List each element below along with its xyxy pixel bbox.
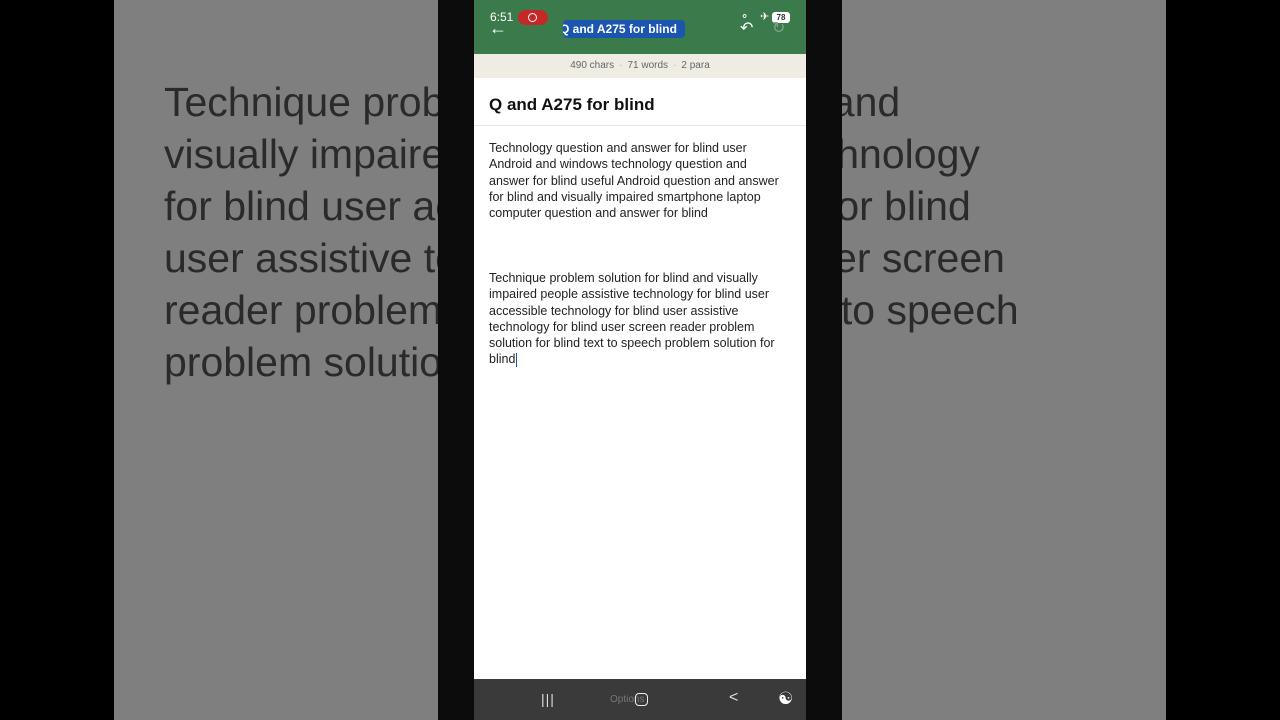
paragraph-2-text: Technique problem solution for blind and… xyxy=(489,271,775,367)
accessibility-icon[interactable]: ☯ xyxy=(778,689,793,709)
paragraph-1[interactable]: Technology question and answer for blind… xyxy=(489,140,789,221)
phone-screen: 6:51 ← Q and A275 for blind ⚬ ✈ 78 ↶ ↻ 4… xyxy=(474,0,806,720)
home-button[interactable] xyxy=(635,693,648,706)
arrow-left-icon[interactable]: ← xyxy=(489,18,507,38)
back-button[interactable]: < xyxy=(729,689,738,707)
separator-dot: · xyxy=(673,60,677,71)
word-count: 71 words xyxy=(627,60,669,71)
document-heading[interactable]: Q and A275 for blind xyxy=(489,95,655,115)
para-count: 2 para xyxy=(681,60,710,71)
paragraph-2[interactable]: Technique problem solution for blind and… xyxy=(489,270,789,368)
undo-icon[interactable]: ↶ xyxy=(740,18,753,38)
text-cursor xyxy=(516,353,518,368)
divider xyxy=(474,125,806,126)
recents-button[interactable]: ||| xyxy=(541,691,555,707)
redo-icon[interactable]: ↻ xyxy=(772,18,785,38)
char-count: 490 chars xyxy=(570,60,615,71)
screen-record-icon[interactable] xyxy=(518,10,548,25)
document-title-field[interactable]: Q and A275 for blind xyxy=(563,20,685,38)
airplane-icon: ✈ xyxy=(760,11,770,23)
system-navbar: ||| Options < ☯ xyxy=(474,679,806,720)
separator-dot: · xyxy=(619,60,623,71)
app-toolbar: 6:51 ← Q and A275 for blind ⚬ ✈ 78 ↶ ↻ xyxy=(474,0,806,54)
document-stats: 490 chars · 71 words · 2 para xyxy=(474,54,806,78)
